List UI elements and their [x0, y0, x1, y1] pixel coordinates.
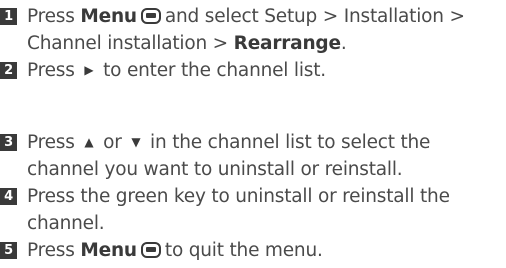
step-number-3: 3	[0, 134, 17, 151]
step-1-press: Press	[27, 6, 75, 27]
step-5-instruction: to quit the menu.	[164, 240, 323, 261]
step-2-press: Press	[27, 60, 75, 81]
step-number-2: 2	[0, 62, 17, 79]
step-4-text: Press the green key to uninstall or rein…	[27, 186, 450, 234]
step-number-1: 1	[0, 8, 17, 25]
step-3-text: Press ▲ or ▼ in the channel list to sele…	[27, 129, 502, 183]
menu-button-icon	[140, 242, 161, 258]
step-1-rearrange: Rearrange	[233, 33, 341, 54]
right-arrow-icon: ▶	[84, 63, 94, 77]
step-1-text: Press Menu and select Setup > Installatio…	[27, 3, 502, 57]
step-2-text: Press ▶ to enter the channel list.	[27, 57, 502, 84]
step-5-menu-label: Menu	[80, 240, 137, 261]
step-number-4: 4	[0, 188, 17, 205]
step-number-5: 5	[0, 242, 17, 259]
step-3-or: or	[103, 132, 122, 153]
step-1-period: .	[340, 33, 347, 54]
step-1-menu-label: Menu	[80, 6, 137, 27]
up-arrow-icon: ▲	[84, 135, 94, 149]
step-5-text: Press Menu to quit the menu.	[27, 237, 502, 264]
step-2-instruction: to enter the channel list.	[103, 60, 326, 81]
step-3-press: Press	[27, 132, 75, 153]
menu-button-icon	[140, 8, 161, 24]
step-5-press: Press	[27, 240, 75, 261]
down-arrow-icon: ▼	[131, 135, 141, 149]
